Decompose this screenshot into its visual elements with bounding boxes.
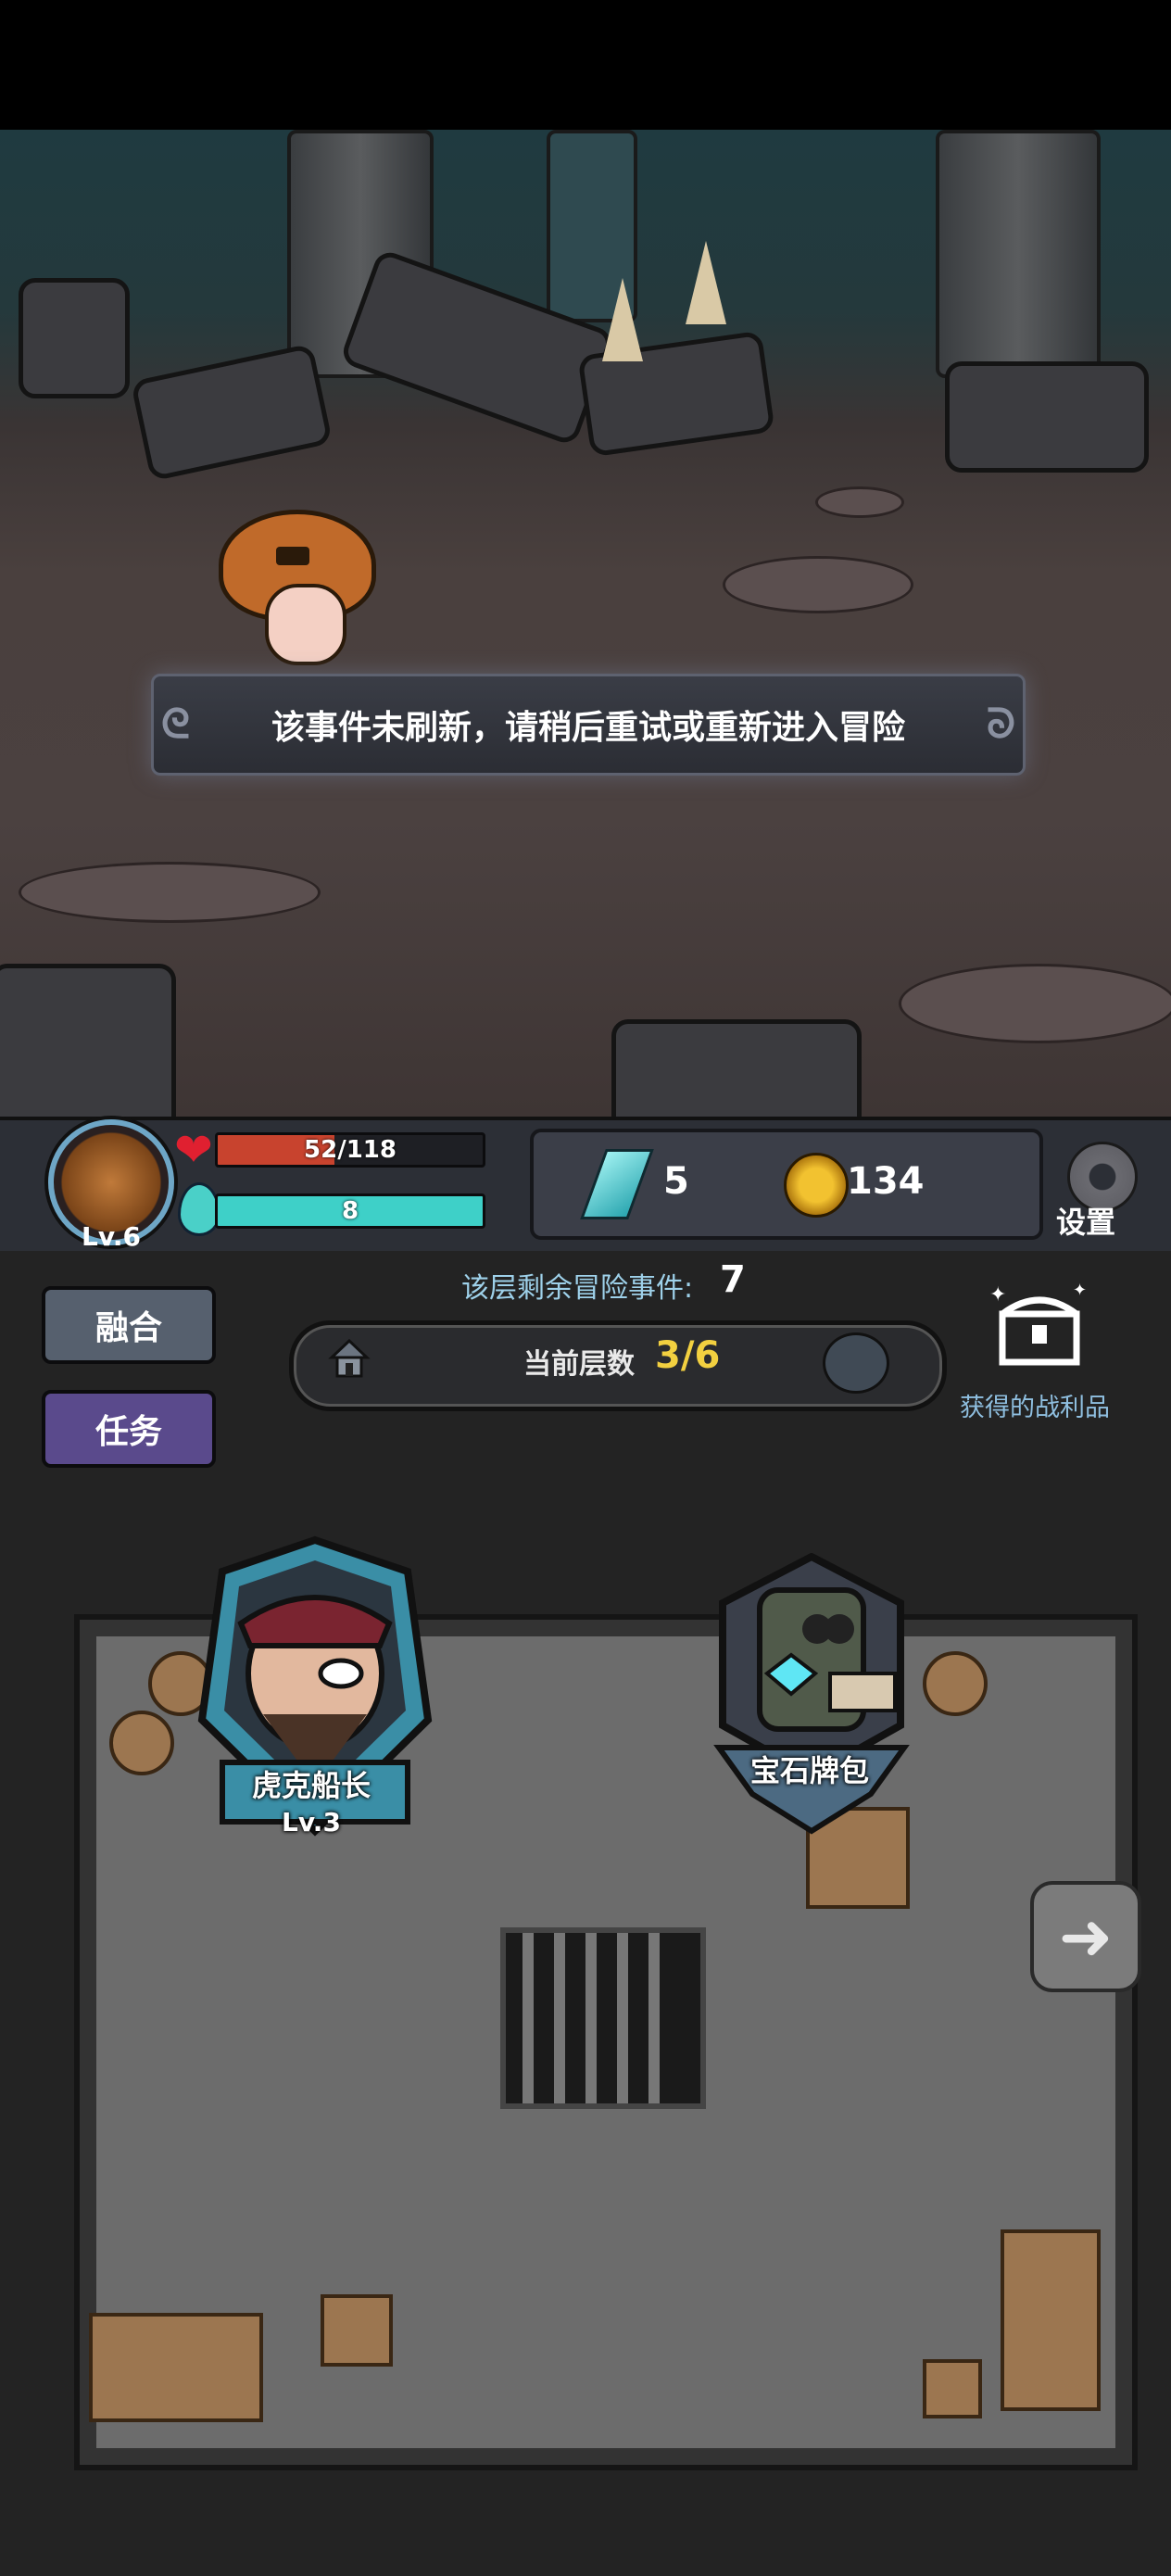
npc-badge-gem-card-pack[interactable]: 宝石牌包 <box>682 1552 941 1868</box>
npc-name: 虎克船长 <box>252 1768 371 1803</box>
swirl-ornament-icon: ᘐ <box>987 701 1015 748</box>
mp-bar: 8 <box>215 1193 485 1229</box>
adventure-scene <box>0 130 1171 1117</box>
rubble-rock <box>19 278 130 398</box>
puddle <box>815 486 904 518</box>
current-floor-value: 3/6 <box>655 1334 721 1377</box>
puddle <box>723 556 913 613</box>
wooden-crate <box>89 2313 263 2422</box>
npc-name: 宝石牌包 <box>750 1753 870 1788</box>
settings-button-label[interactable]: 设置 <box>1056 1199 1115 1242</box>
remaining-events-label: 该层剩余冒险事件: <box>461 1272 694 1305</box>
arrow-right-icon[interactable]: ➜ <box>1030 1881 1141 1992</box>
rubble-rock <box>611 1019 862 1117</box>
notice-text: 该事件未刷新，请稍后重试或重新进入冒险 <box>271 709 905 747</box>
wooden-spike <box>602 278 643 361</box>
wooden-crate <box>321 2294 393 2367</box>
ruined-pillar <box>936 130 1101 378</box>
svg-text:✦: ✦ <box>989 1283 1006 1307</box>
gem-card-pack-portrait <box>713 1552 910 1835</box>
pumpkin-hero-sprite <box>219 510 376 676</box>
heart-icon: ❤ <box>174 1123 213 1177</box>
gold-coin-icon <box>784 1153 849 1218</box>
rubble-rock <box>130 343 334 482</box>
gold-count: 134 <box>847 1160 925 1203</box>
player-level: Lv.6 <box>82 1221 141 1252</box>
npc-level: Lv.3 <box>282 1807 341 1837</box>
rubble-rock <box>0 964 176 1117</box>
crystal-count: 5 <box>663 1160 689 1203</box>
puddle <box>899 964 1171 1043</box>
swirl-ornament-icon: ᘓ <box>161 701 190 748</box>
puddle <box>19 862 321 923</box>
fallen-column <box>945 361 1149 473</box>
hp-text: 52/118 <box>304 1136 397 1164</box>
mp-text: 8 <box>341 1197 359 1225</box>
house-icon <box>328 1338 371 1378</box>
wooden-crate <box>1001 2229 1101 2411</box>
floor-grate <box>500 1927 706 2109</box>
wooden-spike <box>686 241 726 324</box>
svg-text:✦: ✦ <box>1073 1281 1087 1300</box>
notice-banner: ᘓ 该事件未刷新，请稍后重试或重新进入冒险 ᘐ <box>151 674 1026 776</box>
loot-label[interactable]: 获得的战利品 <box>960 1387 1110 1423</box>
remaining-events-value: 7 <box>720 1258 746 1301</box>
wooden-crate <box>923 2359 982 2418</box>
npc-badge-captain-hook[interactable]: 虎克船长 Lv.3 <box>185 1534 445 1859</box>
hp-bar: 52/118 <box>215 1132 485 1168</box>
current-floor-label: 当前层数 <box>523 1348 635 1381</box>
quest-button[interactable]: 任务 <box>42 1390 216 1468</box>
fuse-button[interactable]: 融合 <box>42 1286 216 1364</box>
demon-head-icon <box>823 1332 889 1394</box>
top-black-bar <box>0 0 1171 130</box>
barrel <box>109 1711 174 1775</box>
treasure-chest-icon[interactable]: ✦ ✦ <box>984 1277 1095 1370</box>
